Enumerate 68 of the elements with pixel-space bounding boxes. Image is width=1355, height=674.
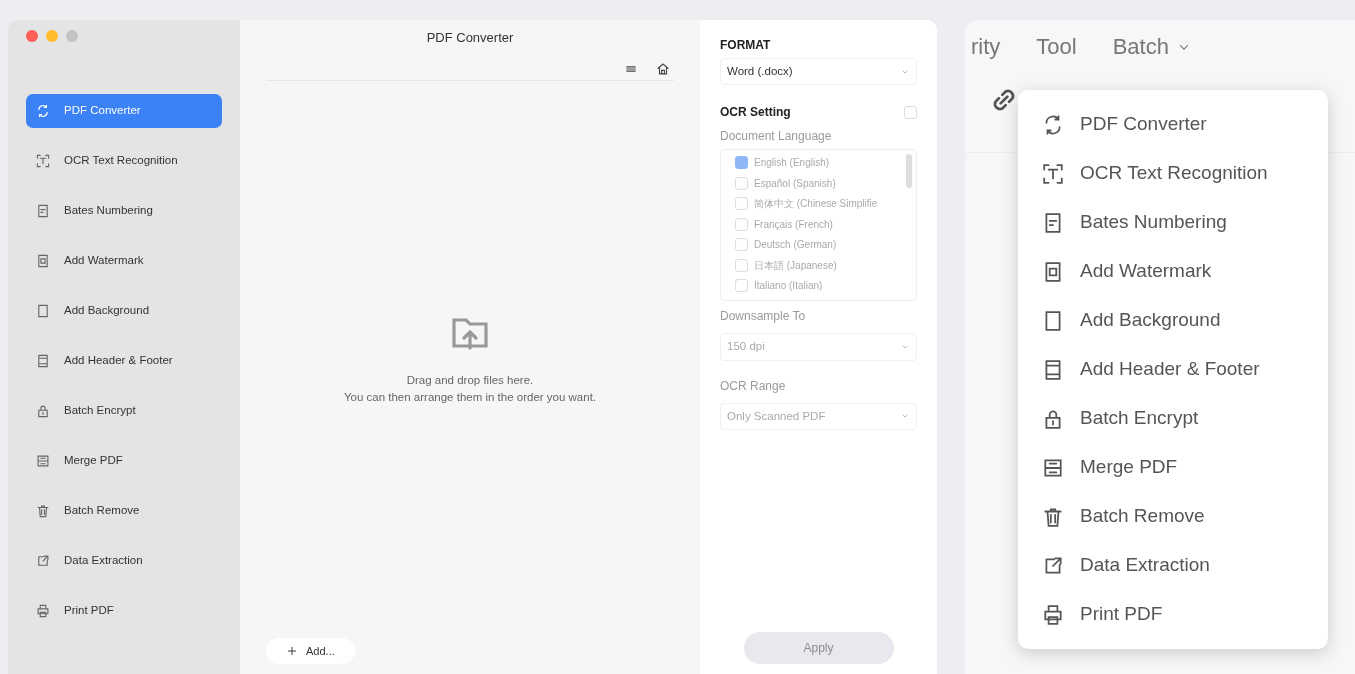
ocr-checkbox[interactable]: [904, 105, 917, 119]
add-button[interactable]: Add...: [266, 637, 355, 664]
sidebar-item[interactable]: Add Header & Footer: [26, 344, 222, 378]
menu-item[interactable]: Add Watermark: [1018, 247, 1328, 296]
plus-icon: [286, 644, 298, 657]
scrollbar-thumb[interactable]: [906, 154, 912, 189]
menu-item[interactable]: Merge PDF: [1018, 443, 1328, 492]
menu-item[interactable]: Batch: [1112, 30, 1191, 63]
language-checkbox[interactable]: [735, 279, 748, 292]
lock-icon: [36, 404, 50, 418]
document-icon: [36, 354, 50, 368]
sidebar-item[interactable]: Data Extraction: [26, 544, 222, 578]
export-icon: [36, 554, 50, 568]
sidebar-item[interactable]: Add Watermark: [26, 244, 222, 278]
minimize-button[interactable]: [46, 30, 58, 42]
scan-text-icon: [1042, 162, 1064, 185]
window-title: PDF Converter: [425, 29, 515, 47]
printer-icon: [1042, 603, 1064, 626]
sidebar-item[interactable]: PDF Converter: [26, 94, 222, 128]
language-checkbox[interactable]: [735, 176, 748, 190]
menu-item[interactable]: Print PDF: [1018, 590, 1328, 639]
scan-text-icon: [36, 154, 50, 168]
trash-icon: [1042, 505, 1064, 528]
language-checkbox[interactable]: [735, 258, 748, 272]
drop-hint: Drag and drop files here. You can then arrange them in the order you want.: [343, 372, 597, 405]
language-checkbox[interactable]: [735, 197, 748, 210]
page-icon: [36, 304, 50, 318]
home-icon[interactable]: [656, 61, 670, 76]
document-icon: [36, 254, 50, 268]
language-label: Italiano (Italian): [754, 279, 823, 293]
dropdown-field[interactable]: Word (.docx): [720, 58, 917, 86]
menu-item[interactable]: Tool: [1036, 30, 1077, 63]
language-checkbox[interactable]: [735, 156, 748, 169]
ocr-range-label: OCR Range: [720, 377, 787, 395]
downsample-label: Downsample To: [720, 308, 807, 326]
language-label: Deutsch (German): [754, 238, 837, 252]
menu-item[interactable]: rity: [971, 30, 1001, 63]
language-checkbox[interactable]: [735, 217, 748, 231]
language-label: Español (Spanish): [754, 176, 836, 191]
trash-icon: [36, 504, 50, 518]
menu-item[interactable]: Data Extraction: [1018, 541, 1328, 590]
sidebar-item[interactable]: Batch Remove: [26, 494, 222, 528]
language-checkbox[interactable]: [735, 238, 748, 251]
sidebar-item[interactable]: Add Background: [26, 294, 222, 328]
language-label: English (English): [754, 156, 830, 170]
sidebar-item[interactable]: Print PDF: [26, 594, 222, 628]
format-label: FORMAT: [720, 37, 772, 54]
menu-item[interactable]: Bates Numbering: [1018, 198, 1328, 247]
menu-item[interactable]: Add Header & Footer: [1018, 345, 1328, 394]
document-icon: [36, 204, 50, 218]
sync-icon: [36, 104, 50, 118]
ocr-setting-label: OCR Setting: [720, 104, 791, 122]
menu-item[interactable]: PDF Converter: [1018, 100, 1328, 149]
language-label: 日本語 (Japanese): [754, 258, 837, 273]
sidebar-item[interactable]: Merge PDF: [26, 444, 222, 478]
menu-item[interactable]: Batch Encrypt: [1018, 394, 1328, 443]
menu-item[interactable]: OCR Text Recognition: [1018, 149, 1328, 198]
sidebar-item[interactable]: Bates Numbering: [26, 194, 222, 228]
close-button[interactable]: [26, 30, 38, 42]
sidebar-item[interactable]: OCR Text Recognition: [26, 144, 222, 178]
language-label: Français (French): [754, 217, 833, 232]
zoom-button[interactable]: [66, 30, 78, 42]
menu-item[interactable]: Add Background: [1018, 296, 1328, 345]
menu-item[interactable]: Batch Remove: [1018, 492, 1328, 541]
printer-icon: [36, 604, 50, 618]
language-label: 简体中文 (Chinese Simplifie: [754, 197, 878, 211]
sidebar-item[interactable]: Batch Encrypt: [26, 394, 222, 428]
document-language-label: Document Language: [720, 128, 833, 146]
